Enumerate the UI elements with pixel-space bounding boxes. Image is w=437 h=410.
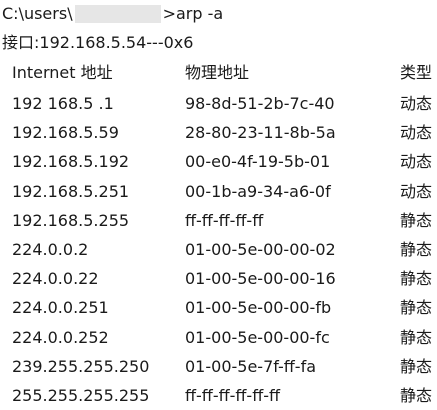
table-row: 224.0.0.22 01-00-5e-00-00-16 静态 xyxy=(12,264,437,293)
interface-value: 192.168.5.54---0x6 xyxy=(39,33,194,52)
type-cell: 静态 xyxy=(400,269,433,289)
mac-cell: 01-00-5e-00-00-16 xyxy=(185,269,336,289)
ip-cell: 224.0.0.252 xyxy=(12,327,109,347)
arp-console-output: C:\users\ >arp -a 接口:192.168.5.54---0x6 I… xyxy=(0,0,437,410)
table-row: 192 168.5 .1 98-8d-51-2b-7c-40 动态 xyxy=(12,89,437,118)
ip-cell: 224.0.0.2 xyxy=(12,239,89,259)
mac-cell: 98-8d-51-2b-7c-40 xyxy=(185,94,335,113)
table-row: 192.168.5.59 28-80-23-11-8b-5a 动态 xyxy=(12,118,437,147)
prompt-command: >arp -a xyxy=(162,4,224,23)
type-cell: 静态 xyxy=(400,210,433,230)
type-cell: 静态 xyxy=(400,356,433,376)
table-row: 192.168.5.192 00-e0-4f-19-5b-01 动态 xyxy=(12,147,437,176)
table-row: 239.255.255.250 01-00-5e-7f-ff-fa 静态 xyxy=(12,352,437,381)
type-cell: 静态 xyxy=(400,239,433,259)
redacted-username xyxy=(74,5,161,23)
ip-cell: 192.168.5.59 xyxy=(12,123,119,143)
ip-cell: 239.255.255.250 xyxy=(12,356,150,376)
mac-cell: 01-00-5e-7f-ff-fa xyxy=(185,356,317,376)
column-header-type: 类型 xyxy=(400,63,433,82)
column-header-ip: Internet 地址 xyxy=(12,63,113,82)
mac-cell: 28-80-23-11-8b-5a xyxy=(185,123,336,143)
arp-table-header: Internet 地址 物理地址 类型 xyxy=(12,60,437,86)
column-header-mac: 物理地址 xyxy=(185,63,250,82)
ip-cell: 192 168.5 .1 xyxy=(12,94,114,113)
ip-cell: 192.168.5.255 xyxy=(12,210,130,230)
ip-cell: 224.0.0.22 xyxy=(12,269,99,289)
mac-cell: 01-00-5e-00-00-fc xyxy=(185,327,330,347)
type-cell: 动态 xyxy=(400,152,433,172)
table-row: 224.0.0.251 01-00-5e-00-00-fb 静态 xyxy=(12,293,437,322)
command-prompt-line: C:\users\ >arp -a xyxy=(2,1,223,27)
mac-cell: 01-00-5e-00-00-fb xyxy=(185,298,332,318)
table-row: 192.168.5.255 ff-ff-ff-ff-ff 静态 xyxy=(12,206,437,235)
ip-cell: 224.0.0.251 xyxy=(12,298,109,318)
type-cell: 动态 xyxy=(400,94,433,113)
type-cell: 动态 xyxy=(400,123,433,143)
prompt-path: C:\users\ xyxy=(2,4,73,23)
type-cell: 静态 xyxy=(400,385,433,405)
table-row: 192.168.5.251 00-1b-a9-34-a6-0f 动态 xyxy=(12,177,437,206)
table-row: 224.0.0.2 01-00-5e-00-00-02 静态 xyxy=(12,235,437,264)
arp-table-rows: 192 168.5 .1 98-8d-51-2b-7c-40 动态 192.168.5… xyxy=(12,89,437,410)
mac-cell: 00-e0-4f-19-5b-01 xyxy=(185,152,331,172)
mac-cell: 00-1b-a9-34-a6-0f xyxy=(185,181,331,201)
type-cell: 静态 xyxy=(400,327,433,347)
type-cell: 静态 xyxy=(400,298,433,318)
mac-cell: ff-ff-ff-ff-ff-ff xyxy=(185,385,281,405)
ip-cell: 192.168.5.251 xyxy=(12,181,130,201)
ip-cell: 192.168.5.192 xyxy=(12,152,130,172)
table-row: 224.0.0.252 01-00-5e-00-00-fc 静态 xyxy=(12,323,437,352)
mac-cell: 01-00-5e-00-00-02 xyxy=(185,239,336,259)
ip-cell: 255.255.255.255 xyxy=(12,385,150,405)
interface-line: 接口:192.168.5.54---0x6 xyxy=(2,30,193,56)
table-row: 255.255.255.255 ff-ff-ff-ff-ff-ff 静态 xyxy=(12,381,437,410)
type-cell: 动态 xyxy=(400,181,433,201)
mac-cell: ff-ff-ff-ff-ff xyxy=(185,210,264,230)
interface-label: 接口: xyxy=(2,33,40,52)
